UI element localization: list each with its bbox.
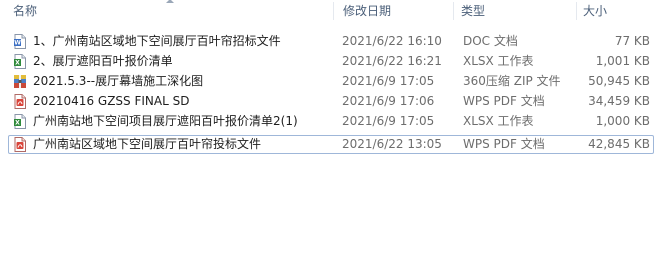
file-row[interactable]: X 广州南站地下空间项目展厅遮阳百叶报价清单2(1) 2021/6/9 17:0… <box>8 112 654 131</box>
column-header-type-label: 类型 <box>461 4 486 18</box>
file-name: 广州南站区域地下空间展厅百叶帘投标文件 <box>33 137 262 151</box>
svg-text:W: W <box>14 40 21 47</box>
excel-xlsx-icon: X <box>14 114 26 129</box>
file-size: 1,001 KB <box>595 54 650 68</box>
column-header-date[interactable]: 修改日期 <box>334 0 454 22</box>
file-type: 360压缩 ZIP 文件 <box>463 74 561 88</box>
file-date: 2021/6/22 13:05 <box>342 137 442 151</box>
sort-ascending-icon <box>166 0 174 3</box>
file-type: DOC 文档 <box>463 34 518 48</box>
file-type: WPS PDF 文档 <box>463 94 545 108</box>
pdf-icon <box>14 137 26 152</box>
file-date: 2021/6/22 16:21 <box>342 54 442 68</box>
file-date: 2021/6/9 17:05 <box>342 114 435 128</box>
word-doc-icon: W <box>14 34 26 49</box>
file-row[interactable]: W 1、广州南站区域地下空间展厅百叶帘招标文件 2021/6/22 16:10 … <box>8 32 654 51</box>
file-date: 2021/6/9 17:06 <box>342 94 435 108</box>
file-name: 2021.5.3--展厅幕墙施工深化图 <box>33 74 204 88</box>
column-header-size-label: 大小 <box>583 4 608 18</box>
pdf-icon <box>14 94 26 109</box>
column-header-size[interactable]: 大小 <box>577 0 663 22</box>
file-size: 50,945 KB <box>588 74 650 88</box>
file-type: WPS PDF 文档 <box>463 137 545 151</box>
file-size: 42,845 KB <box>588 137 650 151</box>
column-header-name-label: 名称 <box>13 4 38 18</box>
excel-xlsx-icon: X <box>14 54 26 69</box>
file-name: 20210416 GZSS FINAL SD <box>33 94 190 108</box>
zip-archive-icon <box>14 75 26 88</box>
file-name: 2、展厅遮阳百叶报价清单 <box>33 54 173 68</box>
file-date: 2021/6/9 17:05 <box>342 74 435 88</box>
file-size: 34,459 KB <box>588 94 650 108</box>
file-row[interactable]: X 2、展厅遮阳百叶报价清单 2021/6/22 16:21 XLSX 工作表 … <box>8 52 654 71</box>
svg-text:X: X <box>15 120 20 127</box>
column-header-name[interactable]: 名称 <box>0 0 334 22</box>
file-name: 1、广州南站区域地下空间展厅百叶帘招标文件 <box>33 34 281 48</box>
file-name: 广州南站地下空间项目展厅遮阳百叶报价清单2(1) <box>33 114 298 128</box>
file-size: 77 KB <box>614 34 650 48</box>
file-row[interactable]: 20210416 GZSS FINAL SD 2021/6/9 17:06 WP… <box>8 92 654 111</box>
svg-text:X: X <box>15 60 20 67</box>
file-type: XLSX 工作表 <box>463 54 534 68</box>
file-row[interactable]: 2021.5.3--展厅幕墙施工深化图 2021/6/9 17:05 360压缩… <box>8 72 654 91</box>
column-header-type[interactable]: 类型 <box>454 0 577 22</box>
column-header-date-label: 修改日期 <box>343 4 392 18</box>
file-type: XLSX 工作表 <box>463 114 534 128</box>
file-size: 1,000 KB <box>595 114 650 128</box>
column-header-bar: 名称 修改日期 类型 大小 <box>0 0 663 22</box>
file-date: 2021/6/22 16:10 <box>342 34 442 48</box>
file-row-selected[interactable]: 广州南站区域地下空间展厅百叶帘投标文件 2021/6/22 13:05 WPS … <box>8 135 654 154</box>
